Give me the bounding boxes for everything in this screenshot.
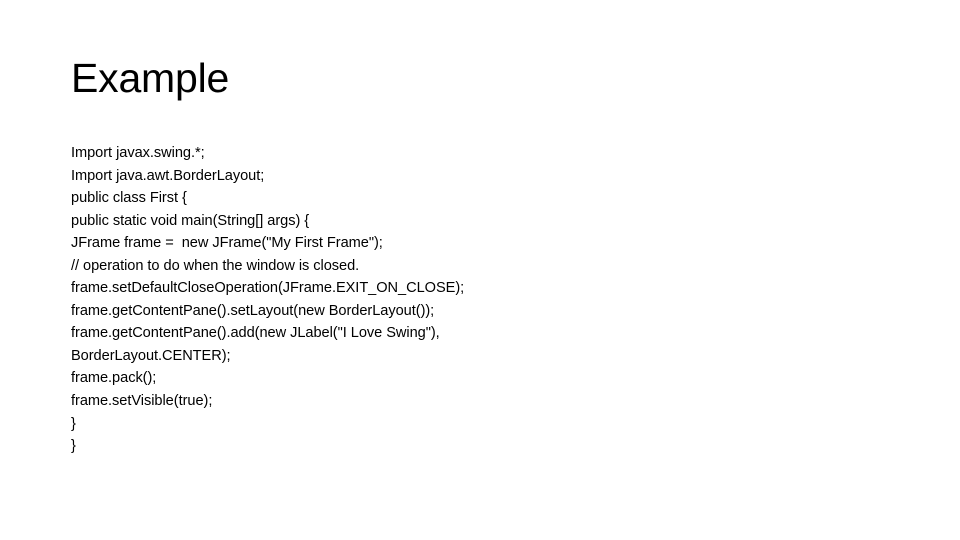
presentation-slide: Example Import javax.swing.*; Import jav… <box>0 0 960 540</box>
code-line: frame.getContentPane().setLayout(new Bor… <box>71 302 435 319</box>
code-line: // operation to do when the window is cl… <box>71 257 360 274</box>
code-line: Import java.awt.BorderLayout; <box>71 167 265 184</box>
code-line: frame.getContentPane().add(new JLabel("I… <box>71 325 440 342</box>
code-line: BorderLayout.CENTER); <box>71 347 231 364</box>
code-line: } <box>71 438 76 455</box>
code-listing: Import javax.swing.*; Import java.awt.Bo… <box>71 142 901 458</box>
page-title: Example <box>71 55 230 101</box>
code-line: } <box>71 415 76 432</box>
code-line: public class First { <box>71 190 187 207</box>
code-line: JFrame frame = new JFrame("My First Fram… <box>71 235 383 252</box>
code-line: frame.setVisible(true); <box>71 393 213 410</box>
code-line: frame.pack(); <box>71 370 157 387</box>
code-line: frame.setDefaultCloseOperation(JFrame.EX… <box>71 280 465 297</box>
code-line: Import javax.swing.*; <box>71 145 205 161</box>
code-line: public static void main(String[] args) { <box>71 212 310 229</box>
